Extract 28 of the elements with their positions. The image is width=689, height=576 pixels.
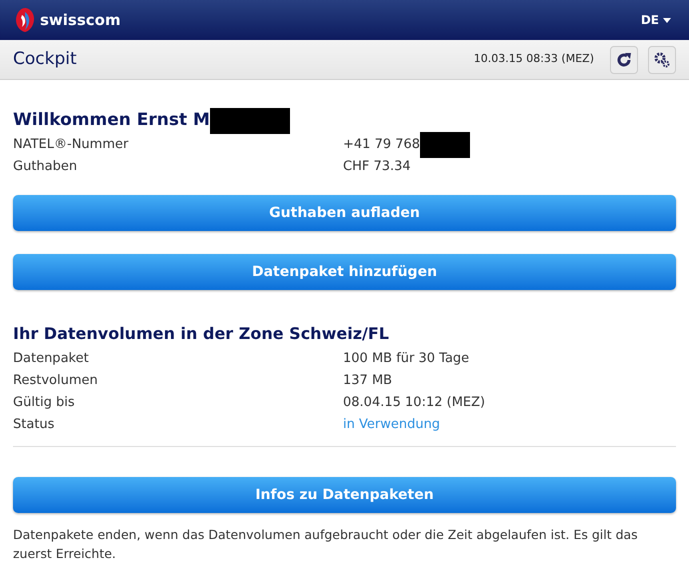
field-label: Restvolumen (13, 372, 99, 390)
field-value: in Verwendung (343, 416, 440, 434)
settings-icon (653, 50, 671, 68)
footnote: Datenpakete enden, wenn das Datenvolumen aufgebraucht oder die Zeit abgelaufen ist. Es gilt das zuerst Erreichte. (13, 526, 639, 563)
brand-name: swisscom (40, 10, 121, 31)
action-button[interactable]: Guthaben aufladen (13, 195, 676, 231)
field-label: Gültig bis (13, 394, 76, 412)
logo-icon (14, 6, 36, 34)
settings-button[interactable] (648, 46, 676, 74)
action-button[interactable]: Datenpaket hinzufügen (13, 254, 676, 290)
field-label: Guthaben (13, 158, 78, 176)
field-label: NATEL®-Nummer (13, 136, 130, 154)
welcome-heading: Willkommen Ernst M (13, 109, 210, 132)
field-label: Status (13, 416, 56, 434)
timestamp: 10.03.15 08:33 (MEZ) (474, 51, 594, 68)
section-heading: Ihr Datenvolumen in der Zone Schweiz/FL (13, 323, 390, 345)
refresh-button[interactable] (610, 46, 638, 74)
action-button[interactable]: Infos zu Datenpaketen (13, 477, 676, 513)
refresh-icon (615, 50, 633, 68)
field-value: CHF 73.34 (343, 158, 411, 176)
caret-icon (663, 18, 671, 22)
field-value: 137 MB (343, 372, 392, 390)
language-selector[interactable]: DE (640, 11, 671, 29)
field-value: 100 MB für 30 Tage (343, 350, 470, 368)
field-label: Datenpaket (13, 350, 90, 368)
field-value: 08.04.15 10:12 (MEZ) (343, 394, 486, 412)
field-value: +41 79 768 (343, 136, 420, 154)
page-title: Cockpit (13, 48, 78, 71)
